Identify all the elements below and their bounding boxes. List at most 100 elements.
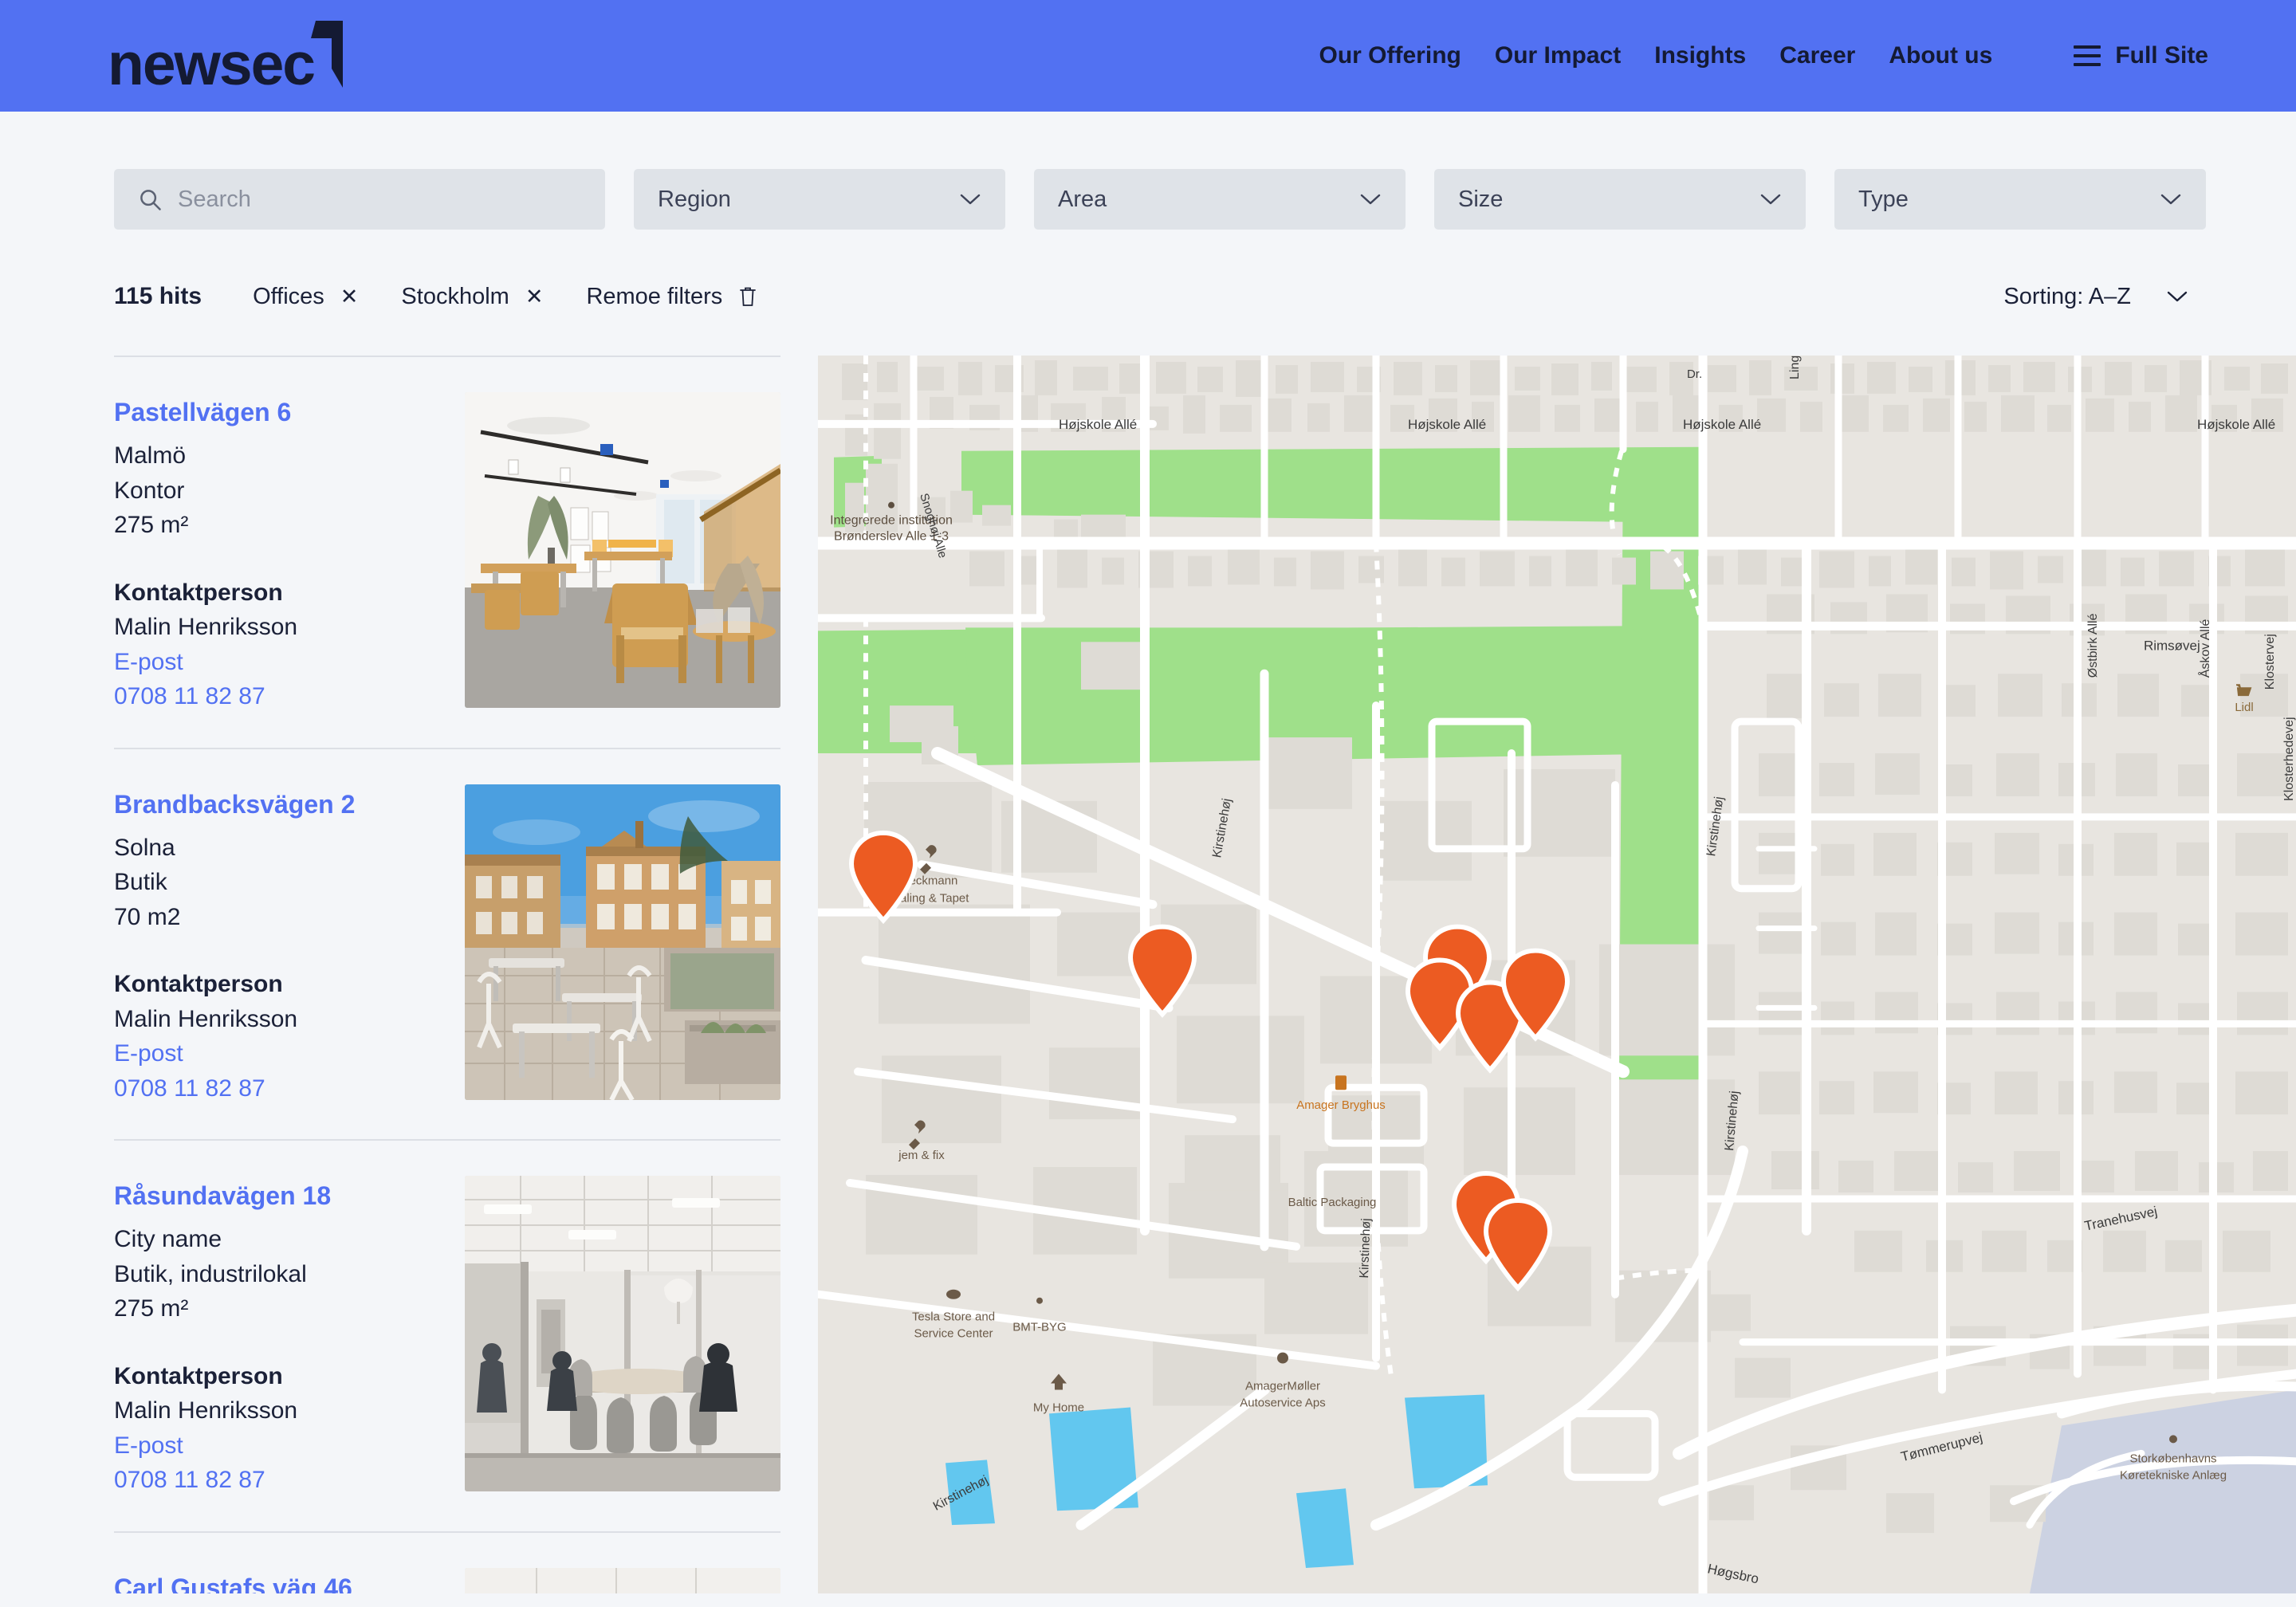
search-input[interactable]: Search (114, 169, 605, 230)
poi-label: jem & fix (898, 1149, 945, 1162)
contact-phone-link[interactable]: 0708 11 82 87 (114, 1463, 331, 1498)
poi-label: Tesla Store and (912, 1310, 995, 1324)
listing-type: Kontor (114, 477, 185, 504)
listing-size: 275 m² (114, 512, 189, 538)
street-label: Højskole Allé (1408, 417, 1486, 432)
remove-filters-label: Remoe filters (586, 283, 723, 309)
listing-thumbnail[interactable] (465, 392, 780, 708)
listing-thumbnail[interactable] (465, 784, 780, 1100)
area-select-value: Area (1058, 186, 1107, 212)
size-select-value: Size (1458, 186, 1504, 212)
poi-label: Lidl (2235, 701, 2253, 714)
contact-email-link[interactable]: E-post (114, 645, 297, 680)
active-filter-offices-label: Offices (253, 283, 324, 309)
poi-label: Baltic Packaging (1288, 1196, 1377, 1209)
list-item[interactable]: Pastellvägen 6 Malmö Kontor 275 m² Konta… (114, 356, 780, 748)
listing-size: 275 m² (114, 1295, 189, 1322)
type-select[interactable]: Type (1834, 169, 2206, 230)
size-select[interactable]: Size (1434, 169, 1806, 230)
listing-info: Brandbacksvägen 2 Solna Butik 70 m2 Kont… (114, 784, 355, 1106)
region-select[interactable]: Region (634, 169, 1005, 230)
poi-label: My Home (1033, 1401, 1084, 1414)
hamburger-menu-icon (2074, 45, 2101, 66)
contact-name: Malin Henriksson (114, 614, 298, 640)
contact-phone-link[interactable]: 0708 11 82 87 (114, 679, 297, 714)
remove-filters-button[interactable]: Remoe filters (586, 284, 757, 310)
listing-city: Solna (114, 834, 175, 861)
poi-label: Autoservice Aps (1240, 1396, 1325, 1409)
sorting-dropdown[interactable]: Sorting: A–Z (2003, 284, 2188, 310)
contact-name: Malin Henriksson (114, 1397, 298, 1424)
listing-title[interactable]: Carl Gustafs väg 46 (114, 1572, 352, 1594)
street-label: Dr. (1687, 367, 1702, 381)
active-filter-stockholm-label: Stockholm (401, 283, 509, 309)
nav-item-insights[interactable]: Insights (1654, 42, 1746, 69)
nav-item-our-impact[interactable]: Our Impact (1495, 42, 1621, 69)
contact-phone-link[interactable]: 0708 11 82 87 (114, 1071, 355, 1106)
poi-label: BMT-BYG (1012, 1321, 1066, 1334)
logo-flag-icon (311, 21, 346, 88)
nav-item-career[interactable]: Career (1779, 42, 1855, 69)
list-item[interactable]: Brandbacksvägen 2 Solna Butik 70 m2 Kont… (114, 747, 780, 1140)
listing-title[interactable]: Råsundavägen 18 (114, 1180, 331, 1212)
listing-info: Carl Gustafs väg 46 City name (114, 1568, 352, 1594)
listing-thumbnail[interactable] (465, 1567, 780, 1593)
listing-title[interactable]: Pastellvägen 6 (114, 396, 297, 428)
listings-column: Pastellvägen 6 Malmö Kontor 275 m² Konta… (114, 356, 818, 1593)
listing-city: Malmö (114, 442, 187, 469)
contact-label: Kontaktperson (114, 971, 283, 997)
street-label: Rimsøvej (2144, 638, 2200, 653)
close-icon[interactable]: ✕ (340, 285, 359, 308)
trash-icon (738, 285, 757, 308)
search-icon (138, 187, 162, 211)
list-item[interactable]: Råsundavägen 18 City name Butik, industr… (114, 1139, 780, 1531)
listing-thumbnail[interactable] (465, 1176, 780, 1491)
map-panel[interactable]: Integrerede institution Brønderslev Alle… (818, 356, 2296, 1593)
list-item[interactable]: Carl Gustafs väg 46 City name (114, 1530, 780, 1594)
results-bar: 115 hits Offices ✕ Stockholm ✕ Remoe fil… (0, 276, 2296, 317)
filter-bar: Search Region Area Size Type (0, 112, 2296, 230)
listing-city: City name (114, 1226, 222, 1252)
search-placeholder: Search (178, 186, 251, 212)
listing-type: Butik (114, 869, 167, 895)
main-navigation: Our Offering Our Impact Insights Career … (1319, 42, 2208, 69)
type-select-value: Type (1858, 186, 1909, 212)
region-select-value: Region (658, 186, 731, 212)
contact-email-link[interactable]: E-post (114, 1428, 331, 1464)
area-select[interactable]: Area (1034, 169, 1406, 230)
chevron-down-icon (959, 192, 981, 206)
listing-size: 70 m2 (114, 903, 181, 930)
sorting-label: Sorting: A–Z (2003, 283, 2131, 309)
contact-label: Kontaktperson (114, 579, 283, 606)
contact-email-link[interactable]: E-post (114, 1036, 355, 1071)
listing-info: Råsundavägen 18 City name Butik, industr… (114, 1176, 331, 1498)
active-filter-offices[interactable]: Offices ✕ (253, 284, 358, 310)
chevron-down-icon (2160, 192, 2182, 206)
listing-info: Pastellvägen 6 Malmö Kontor 275 m² Konta… (114, 392, 297, 714)
street-label: Klostervej (2263, 634, 2277, 690)
poi-label: Amager Bryghus (1296, 1098, 1386, 1112)
close-icon[interactable]: ✕ (525, 285, 544, 308)
street-label: Højskole Allé (2197, 417, 2275, 432)
street-label: Klosterhedevej (2282, 717, 2296, 801)
street-label: Kirstinehøj (1358, 1218, 1374, 1279)
newsec-logo[interactable]: newsec (108, 21, 346, 94)
poi-label: AmagerMøller (1245, 1380, 1320, 1393)
site-header: newsec Our Offering Our Impact Insights … (0, 0, 2296, 112)
full-site-label: Full Site (2115, 42, 2208, 69)
contact-name: Malin Henriksson (114, 1005, 298, 1032)
poi-label: Storkøbenhavns (2129, 1452, 2216, 1465)
contact-label: Kontaktperson (114, 1362, 283, 1389)
street-label: Højskole Allé (1059, 417, 1137, 432)
listing-title[interactable]: Brandbacksvägen 2 (114, 788, 355, 820)
full-site-button[interactable]: Full Site (2074, 42, 2208, 69)
street-label: Østbirk Allé (2086, 613, 2100, 678)
nav-item-about-us[interactable]: About us (1889, 42, 1992, 69)
chevron-down-icon (2166, 289, 2188, 304)
chevron-down-icon (1759, 192, 1782, 206)
poi-label: Køretekniske Anlæg (2120, 1468, 2227, 1482)
map-canvas[interactable]: Integrerede institution Brønderslev Alle… (818, 356, 2296, 1593)
active-filter-stockholm[interactable]: Stockholm ✕ (401, 284, 543, 310)
nav-item-our-offering[interactable]: Our Offering (1319, 42, 1461, 69)
hits-count: 115 hits (114, 283, 202, 309)
